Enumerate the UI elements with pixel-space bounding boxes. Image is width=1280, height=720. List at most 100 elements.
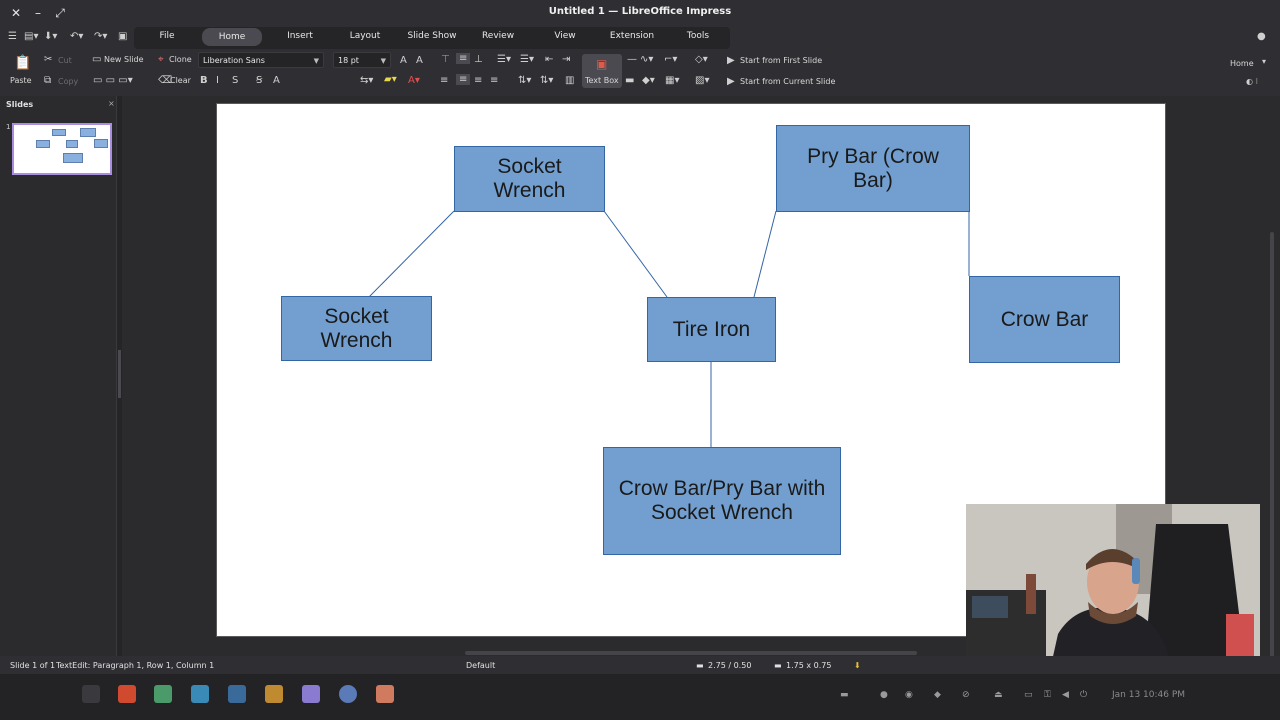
shape-text[interactable]: Crow Bar bbox=[1001, 308, 1089, 332]
shape-socket-wrench-left[interactable]: Socket Wrench bbox=[281, 296, 432, 361]
start-from-first-slide-button[interactable]: Start from First Slide bbox=[740, 56, 822, 65]
horizontal-scrollbar-thumb[interactable] bbox=[465, 651, 917, 655]
shape-text[interactable]: Socket Wrench bbox=[455, 155, 604, 203]
line-icon[interactable]: — bbox=[627, 54, 637, 65]
shape-crow-bar[interactable]: Crow Bar bbox=[969, 276, 1120, 363]
grow-font-icon[interactable]: A bbox=[400, 55, 407, 66]
table-icon[interactable]: ▦▾ bbox=[665, 75, 679, 86]
connector-line[interactable] bbox=[753, 210, 777, 298]
tab-slide-show[interactable]: Slide Show bbox=[402, 31, 462, 45]
tab-layout[interactable]: Layout bbox=[340, 31, 390, 45]
cut-button-label[interactable]: Cut bbox=[58, 56, 72, 65]
connector-icon[interactable]: ⌐▾ bbox=[664, 54, 677, 65]
highlight-color-icon[interactable]: ⇆▾ bbox=[360, 75, 373, 86]
menu-icon[interactable]: ☰ bbox=[8, 31, 17, 42]
impress-icon[interactable] bbox=[376, 685, 394, 703]
diamond-icon[interactable]: ◆▾ bbox=[642, 75, 655, 86]
shrink-font-icon[interactable]: A bbox=[416, 55, 423, 66]
shape-text[interactable]: Tire Iron bbox=[673, 318, 750, 342]
shape-combined-tool[interactable]: Crow Bar/Pry Bar with Socket Wrench bbox=[603, 447, 841, 555]
clone-icon[interactable]: ⌖ bbox=[158, 54, 164, 65]
align-center-icon[interactable]: ≡ bbox=[456, 74, 471, 85]
paragraph-spacing-icon[interactable]: ⇅▾ bbox=[540, 75, 553, 86]
shape-pry-bar[interactable]: Pry Bar (Crow Bar) bbox=[776, 125, 970, 212]
tray-update-icon[interactable]: ⊘ bbox=[962, 690, 970, 700]
tray-chat-icon[interactable]: ● bbox=[880, 690, 888, 700]
align-middle-icon[interactable]: ≡ bbox=[456, 53, 471, 64]
save-icon[interactable]: ⬇▾ bbox=[44, 31, 57, 42]
align-bottom-icon[interactable]: ⊥ bbox=[474, 54, 483, 65]
copy-icon[interactable]: ⧉ bbox=[44, 75, 51, 86]
ribbon-home-dropdown[interactable]: Home bbox=[1230, 59, 1254, 68]
redo-icon[interactable]: ↷▾ bbox=[94, 31, 107, 42]
store-icon[interactable] bbox=[191, 685, 209, 703]
start-from-current-slide-button[interactable]: Start from Current Slide bbox=[740, 77, 835, 86]
connector-line[interactable] bbox=[368, 210, 455, 298]
justify-icon[interactable]: ≡ bbox=[490, 75, 498, 86]
torrent-icon[interactable] bbox=[339, 685, 357, 703]
fill-color-icon[interactable]: ◇▾ bbox=[695, 54, 708, 65]
italic-icon[interactable]: I bbox=[216, 75, 219, 86]
text-box-button[interactable]: ▣ Text Box bbox=[582, 54, 622, 88]
tab-insert[interactable]: Insert bbox=[276, 31, 324, 45]
app-launcher-icon[interactable] bbox=[82, 685, 100, 703]
tray-key-icon[interactable]: ⚿ bbox=[1044, 690, 1051, 700]
paste-button-label[interactable]: Paste bbox=[10, 76, 32, 85]
tab-home[interactable]: Home bbox=[202, 28, 262, 46]
undo-icon[interactable]: ↶▾ bbox=[70, 31, 83, 42]
columns-icon[interactable]: ▥ bbox=[565, 75, 574, 86]
taskbar-clock[interactable]: Jan 13 10:46 PM bbox=[1112, 690, 1185, 700]
start-first-slide-icon[interactable]: ▶ bbox=[727, 55, 735, 66]
sidebar-icon[interactable]: ◐ ⁝ bbox=[1246, 77, 1258, 86]
browser-icon[interactable] bbox=[118, 685, 136, 703]
chevron-down-icon[interactable]: ▾ bbox=[1262, 57, 1266, 66]
shape-text[interactable]: Crow Bar/Pry Bar with Socket Wrench bbox=[604, 477, 840, 525]
clear-button-label[interactable]: Clear bbox=[170, 76, 191, 85]
cut-icon[interactable]: ✂ bbox=[44, 54, 52, 65]
strikethrough-icon[interactable]: S bbox=[232, 75, 238, 86]
files-icon[interactable] bbox=[154, 685, 172, 703]
connector-line[interactable] bbox=[603, 210, 668, 298]
tab-view[interactable]: View bbox=[542, 31, 588, 45]
font-size-combobox[interactable]: 18 pt ▼ bbox=[333, 52, 391, 68]
line-spacing-icon[interactable]: ⇅▾ bbox=[518, 75, 531, 86]
shape-socket-wrench-top[interactable]: Socket Wrench bbox=[454, 146, 605, 212]
image-icon[interactable]: ▨▾ bbox=[695, 75, 709, 86]
splitter-handle[interactable] bbox=[118, 350, 121, 398]
bullets-icon[interactable]: ☰▾ bbox=[497, 54, 511, 65]
tray-battery-icon[interactable]: ▬ bbox=[840, 690, 849, 700]
tray-network-icon[interactable]: ◉ bbox=[905, 690, 913, 700]
character-highlight-icon[interactable]: ▰▾ bbox=[384, 74, 397, 85]
rectangle-icon[interactable]: ▬ bbox=[625, 75, 634, 86]
tray-vpn-icon[interactable]: ◆ bbox=[934, 690, 941, 700]
shadow-icon[interactable]: Ꞩ bbox=[256, 75, 262, 86]
close-icon[interactable]: × bbox=[108, 99, 115, 108]
curve-icon[interactable]: ∿▾ bbox=[640, 54, 653, 65]
new-slide-button-label[interactable]: New Slide bbox=[104, 55, 144, 64]
new-slide-icon[interactable]: ▭ bbox=[92, 54, 101, 65]
bold-icon[interactable]: B bbox=[200, 75, 208, 86]
shape-text[interactable]: Pry Bar (Crow Bar) bbox=[777, 145, 969, 193]
tab-extension[interactable]: Extension bbox=[602, 31, 662, 45]
options-icon[interactable]: ● bbox=[1257, 31, 1266, 42]
tab-review[interactable]: Review bbox=[474, 31, 522, 45]
tab-file[interactable]: File bbox=[146, 31, 188, 45]
font-name-combobox[interactable]: Liberation Sans ▼ bbox=[198, 52, 324, 68]
increase-indent-icon[interactable]: ⇥ bbox=[562, 54, 570, 65]
tray-power-icon[interactable]: ⏻ bbox=[1080, 690, 1087, 700]
new-document-icon[interactable]: ▤▾ bbox=[24, 31, 38, 42]
tray-eject-icon[interactable]: ⏏ bbox=[994, 690, 1003, 700]
vertical-scrollbar-thumb[interactable] bbox=[1270, 232, 1274, 662]
archive-icon[interactable] bbox=[265, 685, 283, 703]
obs-icon[interactable] bbox=[302, 685, 320, 703]
clear-formatting-icon[interactable]: A bbox=[273, 75, 280, 86]
align-right-icon[interactable]: ≡ bbox=[474, 75, 482, 86]
slide-thumbnail[interactable] bbox=[12, 123, 112, 175]
vscode-icon[interactable] bbox=[228, 685, 246, 703]
tab-tools[interactable]: Tools bbox=[674, 31, 722, 45]
align-top-icon[interactable]: ⊤ bbox=[441, 54, 450, 65]
paste-icon[interactable]: 📋 bbox=[14, 55, 31, 71]
shape-tire-iron[interactable]: Tire Iron bbox=[647, 297, 776, 362]
clone-button-label[interactable]: Clone bbox=[169, 55, 192, 64]
numbering-icon[interactable]: ☰▾ bbox=[520, 54, 534, 65]
